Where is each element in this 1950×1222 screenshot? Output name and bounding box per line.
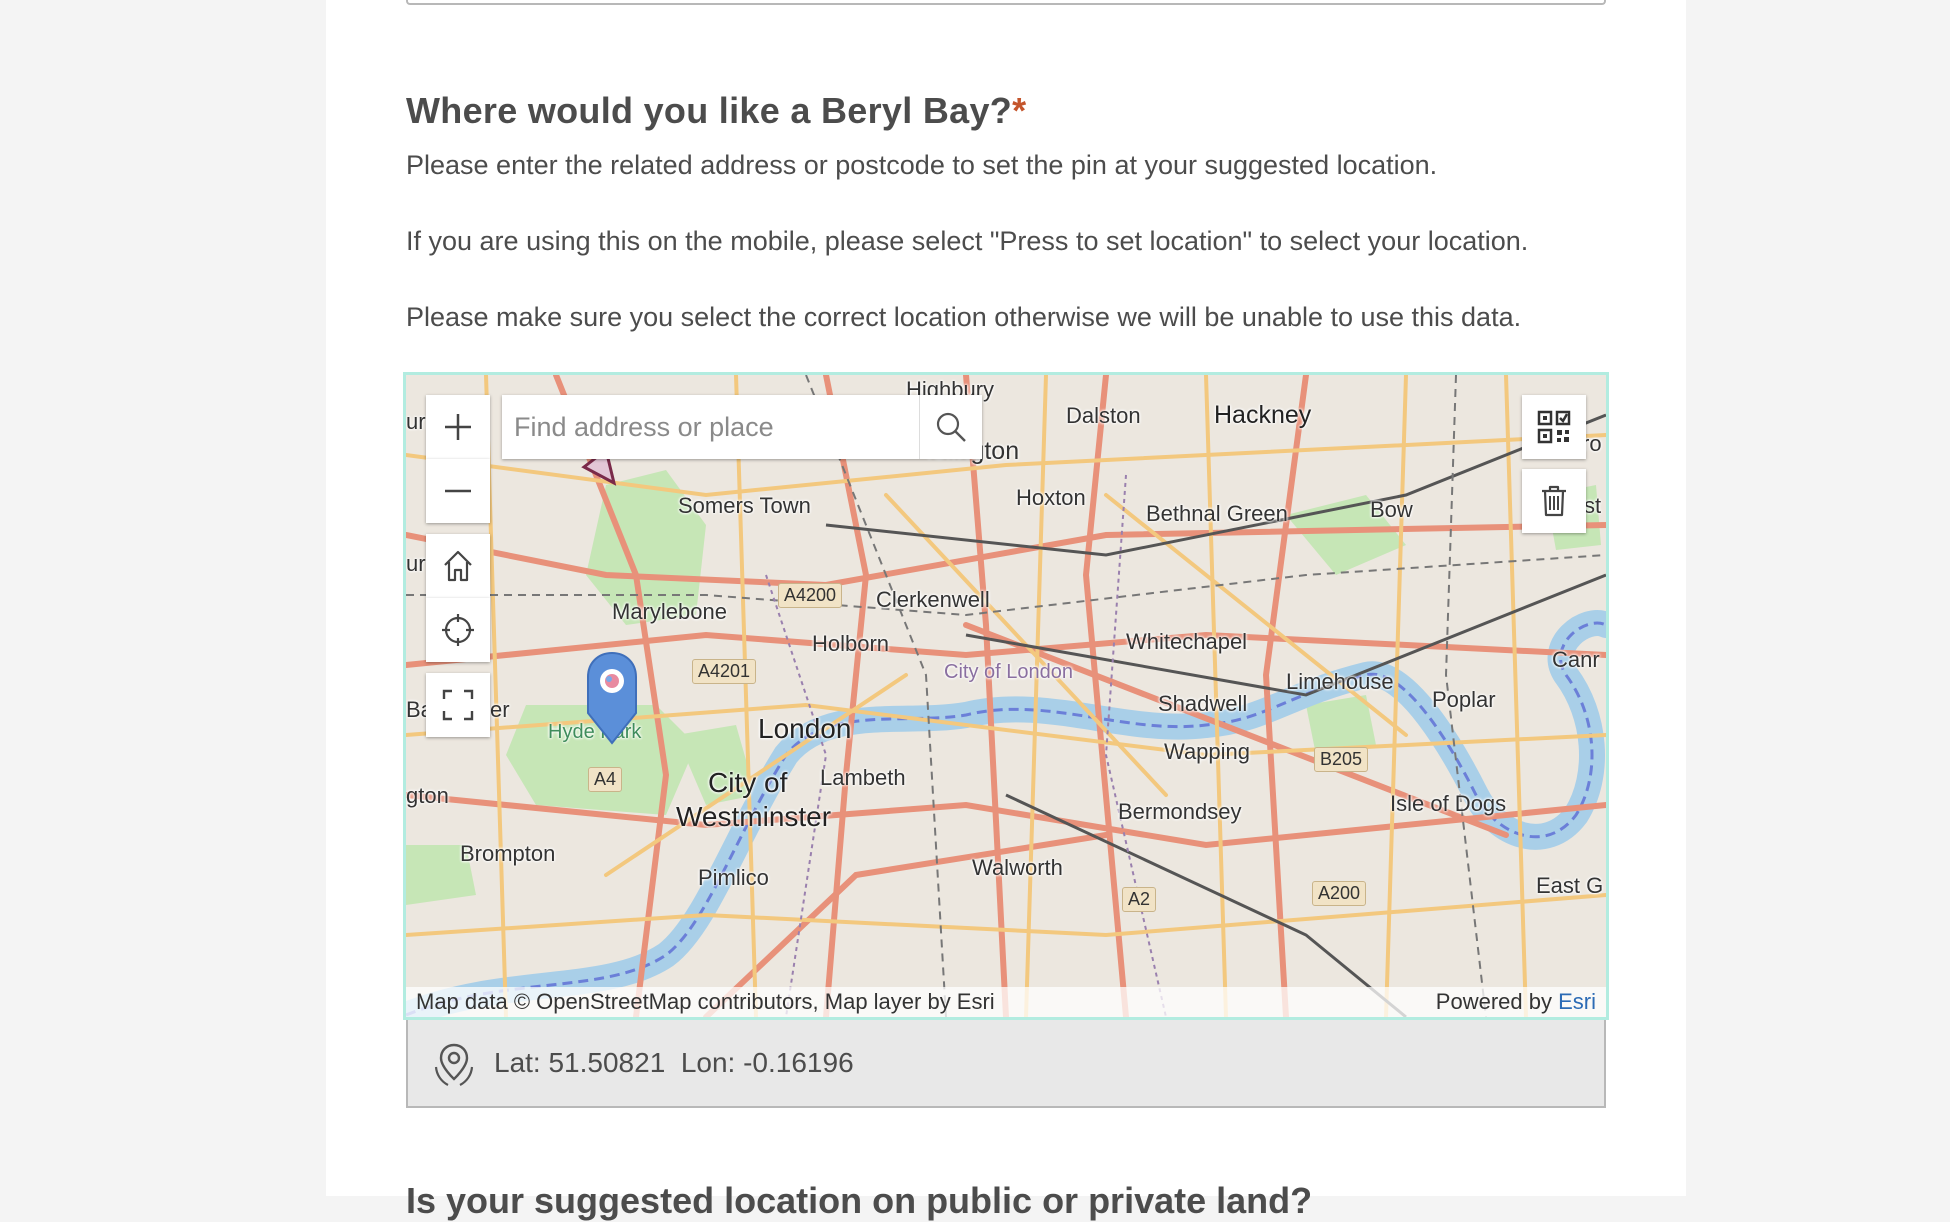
map-label-hoxton: Hoxton — [1016, 485, 1086, 510]
map-label-wapping: Wapping — [1164, 739, 1251, 764]
map-label-holborn: Holborn — [812, 631, 890, 656]
map-label-edge-canr: Canr — [1552, 647, 1600, 672]
locate-button[interactable] — [426, 598, 490, 662]
map-label-marylebone: Marylebone — [612, 599, 727, 624]
map-label-dalston: Dalston — [1066, 403, 1141, 428]
map-label-clerkenwell: Clerkenwell — [876, 587, 990, 612]
search-input[interactable] — [502, 395, 919, 459]
zoom-out-button[interactable] — [426, 459, 490, 523]
attribution-text: Map data © OpenStreetMap contributors, M… — [416, 989, 995, 1014]
geolocation-icon — [434, 1043, 474, 1086]
zoom-in-button[interactable] — [426, 395, 490, 459]
question-title-text: Where would you like a Beryl Bay? — [406, 90, 1013, 131]
coordinates-bar: Lat: 51.50821 Lon: -0.16196 — [406, 1020, 1606, 1108]
powered-by: Powered by Esri — [1436, 989, 1596, 1015]
map-label-edge-er: er — [490, 697, 510, 722]
previous-field-bottom[interactable] — [406, 0, 1606, 5]
map-label-london: London — [758, 713, 852, 744]
map-label-pimlico: Pimlico — [698, 865, 769, 890]
home-button[interactable] — [426, 534, 490, 598]
map-label-isle-of-dogs: Isle of Dogs — [1390, 791, 1507, 816]
fullscreen-button[interactable] — [426, 673, 490, 737]
road-shield-b205: B205 — [1314, 747, 1369, 772]
search-button[interactable] — [919, 395, 982, 459]
esri-link[interactable]: Esri — [1558, 989, 1596, 1014]
map-label-east-g: East G — [1536, 873, 1604, 898]
map-label-city-of-london: City of London — [944, 661, 1073, 683]
map-label-bow: Bow — [1370, 497, 1413, 522]
road-shield-a4201: A4201 — [692, 659, 757, 684]
map-label-hackney: Hackney — [1214, 401, 1312, 429]
map-label-somers-town: Somers Town — [678, 493, 811, 518]
home-icon — [444, 550, 472, 582]
map-label-brompton: Brompton — [460, 841, 556, 866]
map-label-lambeth: Lambeth — [820, 765, 906, 790]
map-label-walworth: Walworth — [972, 855, 1063, 880]
coordinates-text: Lat: 51.50821 Lon: -0.16196 — [494, 1047, 854, 1078]
locate-icon — [442, 614, 474, 646]
road-shield-a4200: A4200 — [778, 583, 843, 608]
qr-code-icon — [1537, 410, 1571, 444]
road-shield-a200: A200 — [1312, 881, 1367, 906]
question-description-2: If you are using this on the mobile, ple… — [406, 226, 1529, 256]
map-label-poplar: Poplar — [1432, 687, 1496, 712]
search-icon — [936, 412, 966, 442]
map-label-city-of-westminster-1: City of — [708, 767, 788, 798]
plus-icon — [445, 414, 471, 440]
question-title: Where would you like a Beryl Bay?* — [406, 90, 1026, 132]
fullscreen-icon — [442, 689, 474, 721]
map-label-bermondsey: Bermondsey — [1118, 799, 1242, 824]
map-widget[interactable]: Highbury Dalston Hackney Islington Hoxto… — [403, 372, 1609, 1020]
map-label-shadwell: Shadwell — [1158, 691, 1248, 716]
powered-by-label: Powered by — [1435, 989, 1552, 1014]
map-label-bethnal-green: Bethnal Green — [1146, 501, 1288, 526]
map-canvas[interactable]: Highbury Dalston Hackney Islington Hoxto… — [406, 375, 1606, 1017]
required-mark: * — [1012, 90, 1027, 131]
qr-code-button[interactable] — [1522, 395, 1586, 459]
road-shield-a4: A4 — [588, 767, 623, 792]
trash-icon — [1542, 485, 1566, 517]
minus-icon — [445, 489, 471, 493]
map-label-whitechapel: Whitechapel — [1126, 629, 1248, 654]
map-label-edge-gton: gton — [406, 783, 449, 808]
map-label-edge-st: st — [1584, 493, 1602, 518]
map-label-edge-ur: ur — [406, 551, 426, 576]
location-pin-icon[interactable] — [586, 651, 638, 747]
delete-button[interactable] — [1522, 469, 1586, 533]
next-question-title: Is your suggested location on public or … — [406, 1180, 1313, 1221]
question-description-3: Please make sure you select the correct … — [406, 302, 1522, 332]
question-description-1: Please enter the related address or post… — [406, 150, 1438, 180]
map-label-limehouse: Limehouse — [1286, 669, 1394, 694]
road-shield-a2: A2 — [1122, 887, 1157, 912]
map-label-city-of-westminster-2: Westminster — [676, 801, 832, 832]
map-attribution: Map data © OpenStreetMap contributors, M… — [406, 987, 1606, 1017]
map-search — [502, 395, 982, 459]
